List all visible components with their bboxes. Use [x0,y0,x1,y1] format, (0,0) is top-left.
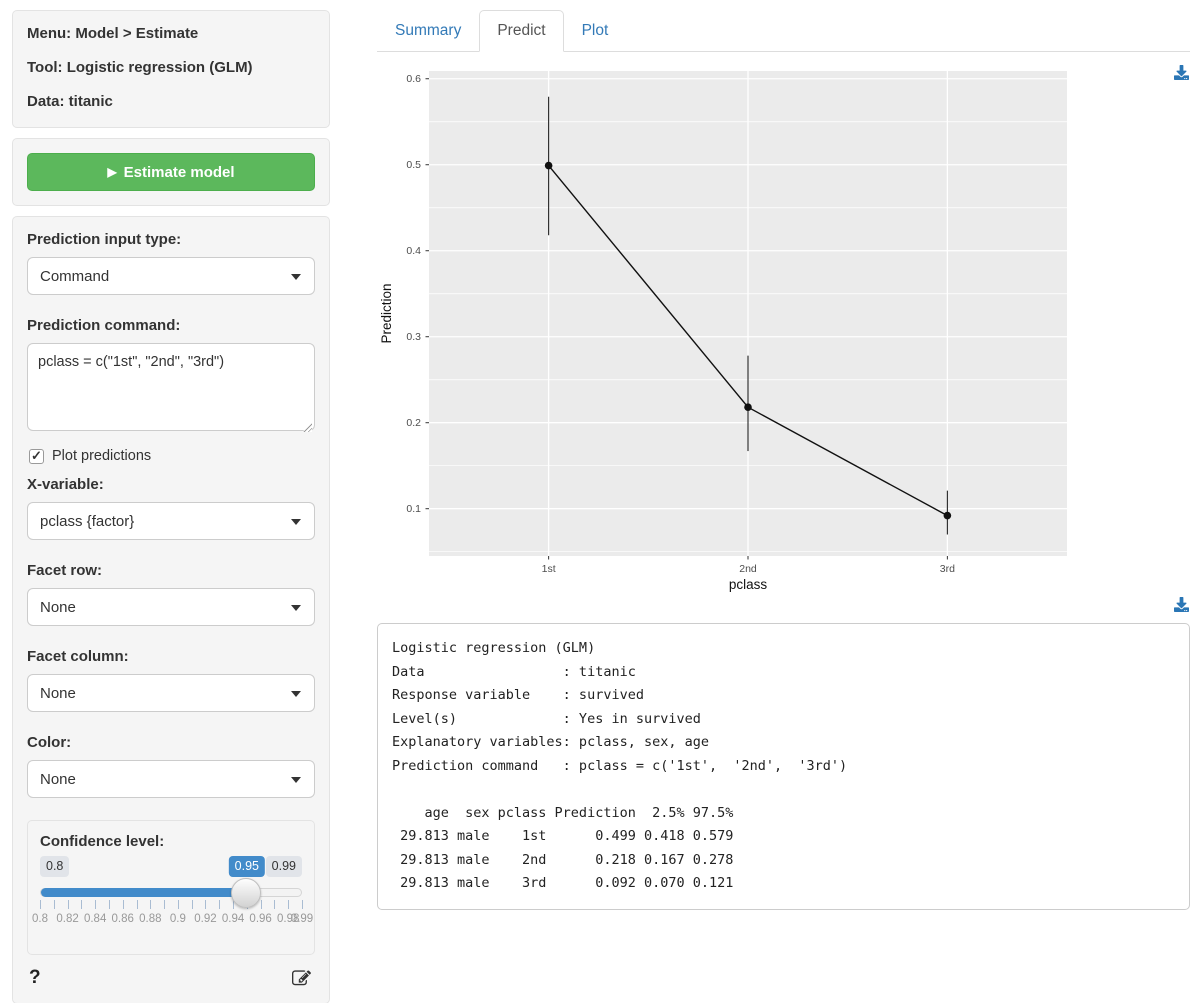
tab-predict[interactable]: Predict [479,10,563,52]
plot-predictions-label: Plot predictions [52,448,151,464]
confidence-slider-track[interactable] [40,888,302,897]
confidence-max-badge: 0.99 [266,856,302,876]
prediction-plot: 0.1 0.2 0.3 0.4 0.5 0.6 1st 2nd 3rd pclass Predict… [377,60,1069,595]
dataset-name: Data: titanic [27,93,315,112]
slider-grid-label: 0.88 [139,913,161,925]
svg-text:0.1: 0.1 [406,503,421,515]
confidence-badges: 0.8 0.95 0.99 [40,856,302,880]
chevron-down-icon [291,605,301,611]
download-summary-button[interactable] [1174,597,1189,617]
color-select[interactable]: None [27,760,315,798]
prediction-command-label: Prediction command: [27,317,315,334]
main-content: Summary Predict Plot 0.1 0.2 0.3 0.4 0.5 0.6 1… [377,10,1190,910]
tool-name: Tool: Logistic regression (GLM) [27,59,315,78]
sidebar: Menu: Model > Estimate Tool: Logistic re… [12,10,330,1003]
download-icon [1174,65,1189,80]
slider-grid-label: 0.8 [32,913,48,925]
sidebar-footer: ? [27,965,315,989]
prediction-input-type-value: Command [40,268,109,285]
slider-grid-label: 0.82 [56,913,78,925]
estimate-model-label: Estimate model [124,164,235,181]
plot-predictions-checkbox-row[interactable]: Plot predictions [27,448,315,464]
output-section: Logistic regression (GLM) Data : titanic… [377,595,1190,910]
prediction-command-input[interactable]: pclass = c("1st", "2nd", "3rd") [27,343,315,431]
svg-text:0.6: 0.6 [406,73,421,85]
prediction-controls-panel: Prediction input type: Command Predictio… [12,216,330,1003]
tab-bar: Summary Predict Plot [377,10,1190,52]
estimate-panel: ▶ Estimate model [12,138,330,206]
svg-text:0.5: 0.5 [406,159,421,171]
plot-section: 0.1 0.2 0.3 0.4 0.5 0.6 1st 2nd 3rd pclass Predict… [377,60,1190,595]
svg-text:0.4: 0.4 [406,245,421,257]
confidence-slider-grid-labels: 0.80.820.840.860.880.90.920.940.960.980.… [40,913,302,928]
download-plot-button[interactable] [1174,65,1189,85]
slider-grid-label: 0.99 [291,913,313,925]
slider-grid-label: 0.9 [170,913,186,925]
facet-column-select[interactable]: None [27,674,315,712]
confidence-min-badge: 0.8 [40,856,69,876]
facet-row-label: Facet row: [27,562,315,579]
tab-summary[interactable]: Summary [377,10,479,52]
confidence-slider-fill [41,888,246,897]
prediction-input-type-select[interactable]: Command [27,257,315,295]
confidence-value-badge: 0.95 [229,856,265,876]
chevron-down-icon [291,274,301,280]
chevron-down-icon [291,519,301,525]
svg-text:pclass: pclass [729,577,768,592]
facet-row-select[interactable]: None [27,588,315,626]
download-summary-row [377,595,1190,623]
play-icon: ▶ [107,165,116,179]
confidence-slider-handle[interactable] [231,878,261,908]
confidence-slider-ticks [40,900,302,910]
color-label: Color: [27,734,315,751]
slider-grid-label: 0.92 [194,913,216,925]
estimate-model-button[interactable]: ▶ Estimate model [27,153,315,191]
svg-text:0.3: 0.3 [406,331,421,343]
svg-text:3rd: 3rd [940,563,955,575]
x-variable-label: X-variable: [27,476,315,493]
svg-text:0.2: 0.2 [406,417,421,429]
chevron-down-icon [291,691,301,697]
slider-grid-label: 0.94 [222,913,244,925]
facet-column-label: Facet column: [27,648,315,665]
confidence-level-panel: Confidence level: 0.8 0.95 0.99 0.80.820… [27,820,315,955]
svg-text:Prediction: Prediction [379,283,394,343]
prediction-command-wrap: pclass = c("1st", "2nd", "3rd") [27,343,315,446]
slider-grid-label: 0.96 [249,913,271,925]
facet-row-value: None [40,599,76,616]
menu-path: Menu: Model > Estimate [27,25,315,44]
chevron-down-icon [291,777,301,783]
x-variable-select[interactable]: pclass {factor} [27,502,315,540]
slider-grid-label: 0.86 [112,913,134,925]
prediction-summary-output: Logistic regression (GLM) Data : titanic… [377,623,1190,910]
svg-text:1st: 1st [542,563,556,575]
prediction-input-type-label: Prediction input type: [27,231,315,248]
facet-column-value: None [40,685,76,702]
confidence-slider: 0.8 0.95 0.99 0.8 0.82 0.84 0.86 0.88 0.9 0.92… [40,856,302,940]
plot-predictions-checkbox[interactable] [29,449,44,464]
confidence-level-label: Confidence level: [40,833,302,850]
x-variable-value: pclass {factor} [40,513,134,530]
slider-grid-label: 0.84 [84,913,106,925]
tab-plot[interactable]: Plot [564,10,627,52]
page: Menu: Model > Estimate Tool: Logistic re… [0,0,1199,1003]
svg-text:2nd: 2nd [739,563,757,575]
model-info-panel: Menu: Model > Estimate Tool: Logistic re… [12,10,330,128]
color-value: None [40,771,76,788]
edit-icon[interactable] [292,969,311,988]
download-icon [1174,597,1189,612]
help-icon[interactable]: ? [29,967,41,989]
